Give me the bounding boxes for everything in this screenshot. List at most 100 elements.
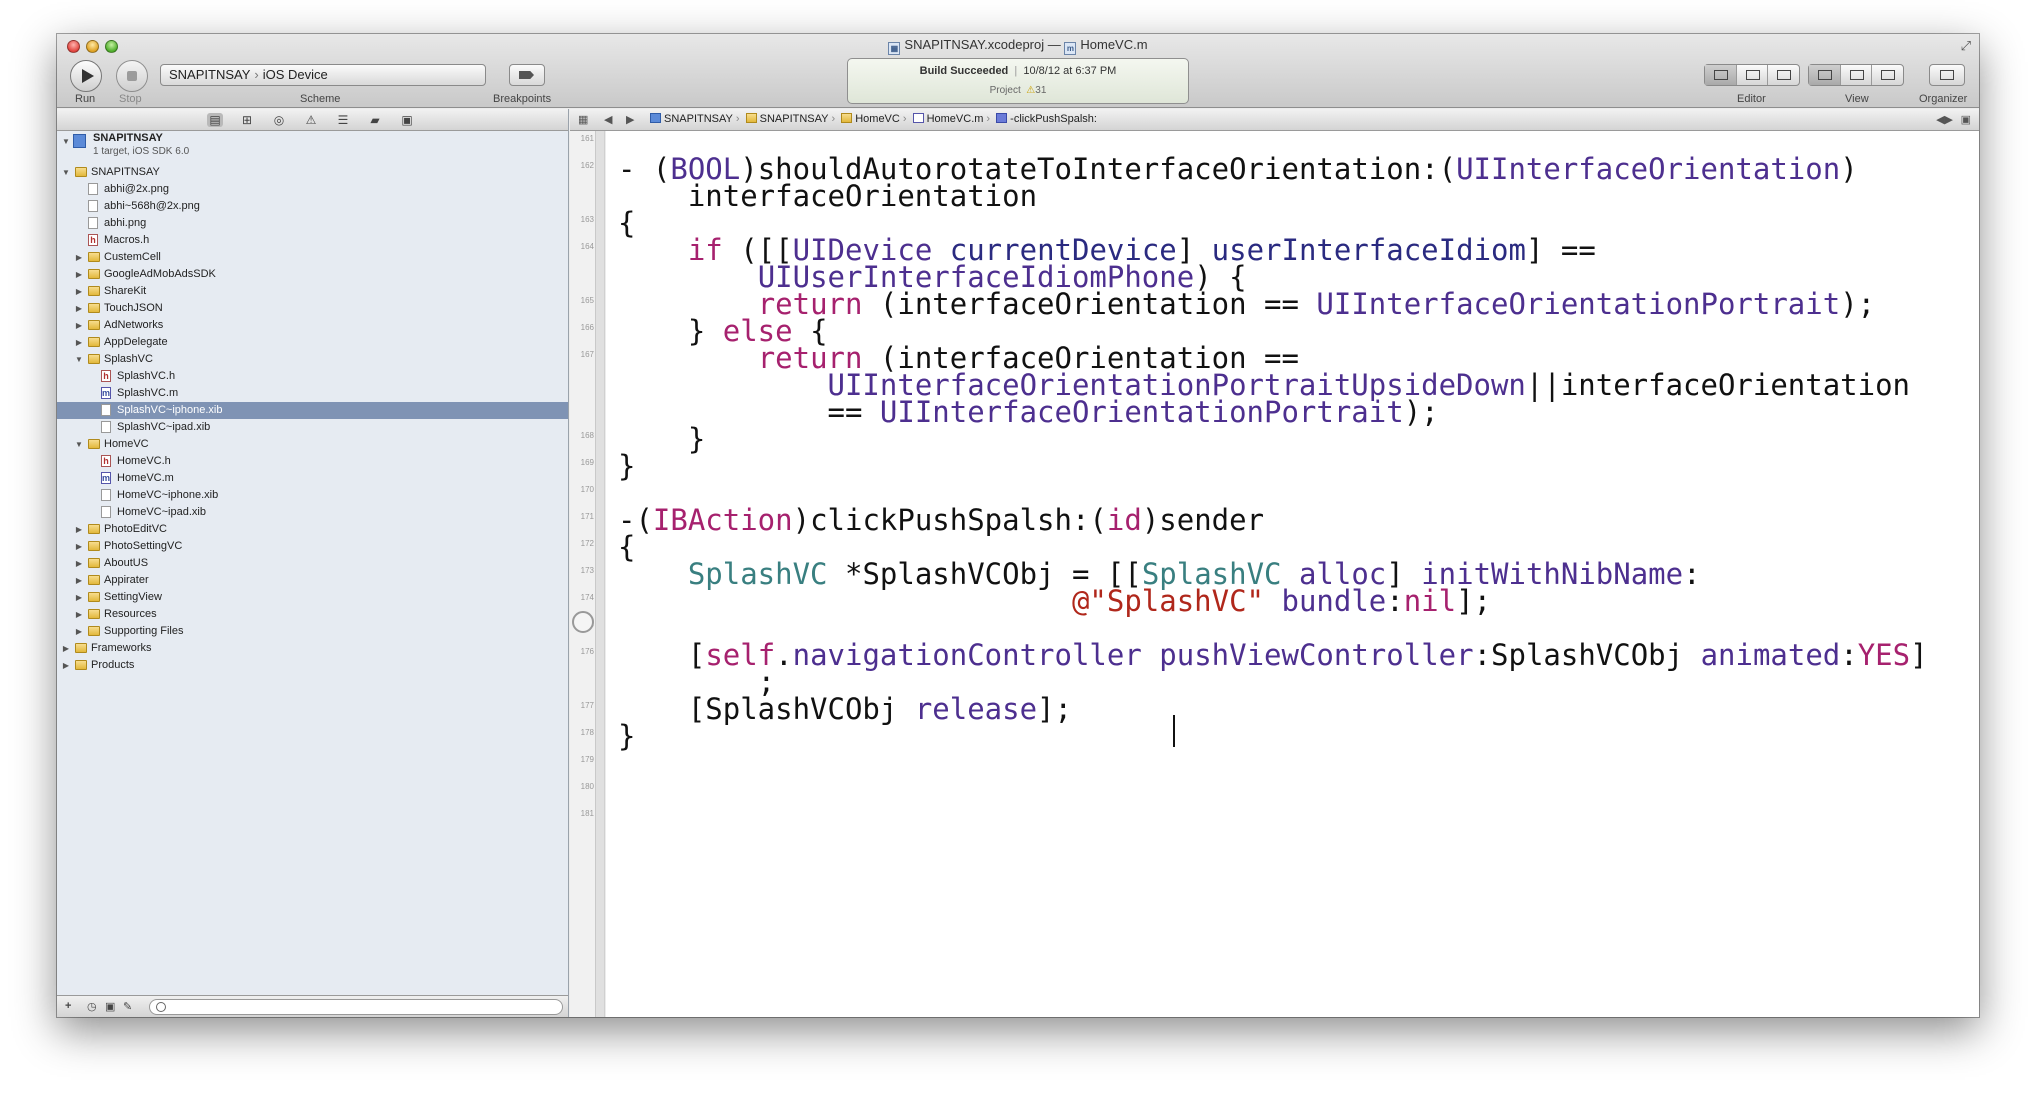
navigator-row[interactable]: h SplashVC.h (57, 368, 568, 385)
disclosure-closed-icon[interactable]: ▶ (74, 300, 84, 317)
source-control-filter-icon[interactable]: ▣ (105, 1000, 115, 1013)
add-file-button[interactable]: + (65, 1000, 71, 1012)
crumb-project[interactable]: SNAPITNSAY (650, 113, 733, 125)
split-editor-icon[interactable]: ▣ (1961, 113, 1971, 126)
disclosure-closed-icon[interactable]: ▶ (74, 538, 84, 555)
disclosure-closed-icon[interactable]: ▶ (74, 555, 84, 572)
warning-count[interactable]: 31 (1035, 85, 1046, 96)
breakpoint-navigator-icon[interactable]: ▰ (367, 113, 383, 127)
disclosure-closed-icon[interactable]: ▶ (74, 623, 84, 640)
disclosure-open-icon[interactable]: ▼ (61, 164, 71, 181)
navigator-toggle-button[interactable] (1809, 65, 1841, 85)
view-segmented-control[interactable] (1808, 64, 1904, 86)
folder-icon (75, 643, 87, 653)
code-token: )clickPushSpalsh:( (792, 503, 1107, 537)
navigator-row[interactable]: SplashVC~iphone.xib (57, 402, 568, 419)
navigator-row[interactable]: ▶ SettingView (57, 589, 568, 606)
version-editor-button[interactable] (1768, 65, 1799, 85)
navigator-row[interactable]: m HomeVC.m (57, 470, 568, 487)
project-root-row[interactable]: ▼ SNAPITNSAY 1 target, iOS SDK 6.0 (57, 132, 568, 163)
navigator-row[interactable]: h HomeVC.h (57, 453, 568, 470)
search-navigator-icon[interactable]: ◎ (271, 113, 287, 127)
navigator-filter-input[interactable] (149, 999, 563, 1015)
navigator-row[interactable]: ▶ Supporting Files (57, 623, 568, 640)
folder-icon (88, 524, 100, 534)
jump-bar-path: SNAPITNSAY › SNAPITNSAY › HomeVC › HomeVC.m… (650, 113, 1097, 125)
navigator-row[interactable]: ▶ Resources (57, 606, 568, 623)
navigator-row[interactable]: ▶ CustemCell (57, 249, 568, 266)
navigator-row[interactable]: ▶ TouchJSON (57, 300, 568, 317)
crumb-method[interactable]: -clickPushSpalsh: (996, 113, 1097, 125)
scheme-popup[interactable]: SNAPITNSAY › iOS Device (160, 64, 486, 86)
disclosure-open-icon[interactable]: ▼ (74, 351, 84, 368)
disclosure-closed-icon[interactable]: ▶ (74, 572, 84, 589)
forward-arrow-icon[interactable]: ▶ (626, 113, 634, 126)
breakpoint-marker[interactable] (572, 611, 594, 633)
disclosure-closed-icon[interactable]: ▶ (74, 589, 84, 606)
stop-button[interactable] (116, 60, 148, 92)
disclosure-open-icon[interactable]: ▼ (74, 436, 84, 453)
navigator-row[interactable]: ▶ Appirater (57, 572, 568, 589)
disclosure-closed-icon[interactable]: ▶ (61, 657, 71, 674)
source-editor[interactable]: - (BOOL)shouldAutorotateToInterfaceOrien… (606, 131, 1979, 1017)
editor-segmented-control[interactable] (1704, 64, 1800, 86)
code-line: -(IBAction)clickPushSpalsh:(id)sender (618, 503, 1264, 537)
navigator-row[interactable]: SplashVC~ipad.xib (57, 419, 568, 436)
navigator-row[interactable]: abhi~568h@2x.png (57, 198, 568, 215)
issue-navigator-icon[interactable]: ⚠ (303, 113, 319, 127)
issue-nav-arrows-icon[interactable]: ◀▶ (1936, 113, 1953, 126)
warning-icon[interactable]: ⚠ (1026, 85, 1035, 96)
disclosure-closed-icon[interactable]: ▶ (61, 640, 71, 657)
organizer-button[interactable] (1929, 64, 1965, 86)
disclosure-closed-icon[interactable]: ▶ (74, 266, 84, 283)
code-token: navigationController (792, 638, 1142, 672)
navigator-row[interactable]: ▶ Products (57, 657, 568, 674)
breakpoints-button[interactable] (509, 64, 545, 86)
navigator-row[interactable]: HomeVC~iphone.xib (57, 487, 568, 504)
disclosure-closed-icon[interactable]: ▶ (74, 283, 84, 300)
navigator-row[interactable]: m SplashVC.m (57, 385, 568, 402)
navigator-row[interactable]: abhi.png (57, 215, 568, 232)
navigator-row[interactable]: HomeVC~ipad.xib (57, 504, 568, 521)
navigator-row[interactable]: ▶ AboutUS (57, 555, 568, 572)
run-button[interactable] (70, 60, 102, 92)
disclosure-open-icon[interactable]: ▼ (61, 133, 71, 150)
utilities-toggle-button[interactable] (1872, 65, 1903, 85)
navigator-row[interactable]: ▼ HomeVC (57, 436, 568, 453)
crumb-group[interactable]: SNAPITNSAY (745, 113, 828, 125)
navigator-row[interactable]: ▶ PhotoEditVC (57, 521, 568, 538)
code-token: nil (1403, 584, 1457, 618)
log-navigator-icon[interactable]: ▣ (399, 113, 415, 127)
navigator-row[interactable]: ▶ PhotoSettingVC (57, 538, 568, 555)
navigator-row[interactable]: ▶ AppDelegate (57, 334, 568, 351)
navigator-row[interactable]: ▶ AdNetworks (57, 317, 568, 334)
navigator-row[interactable]: ▶ GoogleAdMobAdsSDK (57, 266, 568, 283)
crumb-file[interactable]: HomeVC.m (912, 113, 983, 125)
crumb-folder[interactable]: HomeVC (841, 113, 900, 125)
navigator-row[interactable]: ▶ ShareKit (57, 283, 568, 300)
code-folding-ribbon[interactable] (596, 131, 605, 1017)
fullscreen-icon[interactable]: ⤢ (1961, 38, 1971, 54)
symbol-navigator-icon[interactable]: ⊞ (239, 113, 255, 127)
line-number: 180 (580, 782, 594, 791)
disclosure-closed-icon[interactable]: ▶ (74, 317, 84, 334)
back-arrow-icon[interactable]: ◀ (604, 113, 612, 126)
disclosure-closed-icon[interactable]: ▶ (74, 334, 84, 351)
disclosure-closed-icon[interactable]: ▶ (74, 249, 84, 266)
line-number: 166 (580, 323, 594, 332)
navigator-row[interactable]: ▼ SNAPITNSAY (57, 164, 568, 181)
unsaved-filter-icon[interactable]: ✎ (123, 1000, 132, 1013)
debug-area-toggle-button[interactable] (1841, 65, 1873, 85)
assistant-editor-button[interactable] (1737, 65, 1769, 85)
navigator-row[interactable]: abhi@2x.png (57, 181, 568, 198)
debug-navigator-icon[interactable]: ☰ (335, 113, 351, 127)
navigator-row[interactable]: ▶ Frameworks (57, 640, 568, 657)
recent-files-icon[interactable]: ◷ (87, 1000, 97, 1013)
navigator-row[interactable]: ▼ SplashVC (57, 351, 568, 368)
project-navigator-icon[interactable]: ▤ (207, 113, 223, 127)
related-items-icon[interactable]: ▦ (578, 113, 588, 126)
disclosure-closed-icon[interactable]: ▶ (74, 606, 84, 623)
navigator-row[interactable]: h Macros.h (57, 232, 568, 249)
disclosure-closed-icon[interactable]: ▶ (74, 521, 84, 538)
standard-editor-button[interactable] (1705, 65, 1737, 85)
